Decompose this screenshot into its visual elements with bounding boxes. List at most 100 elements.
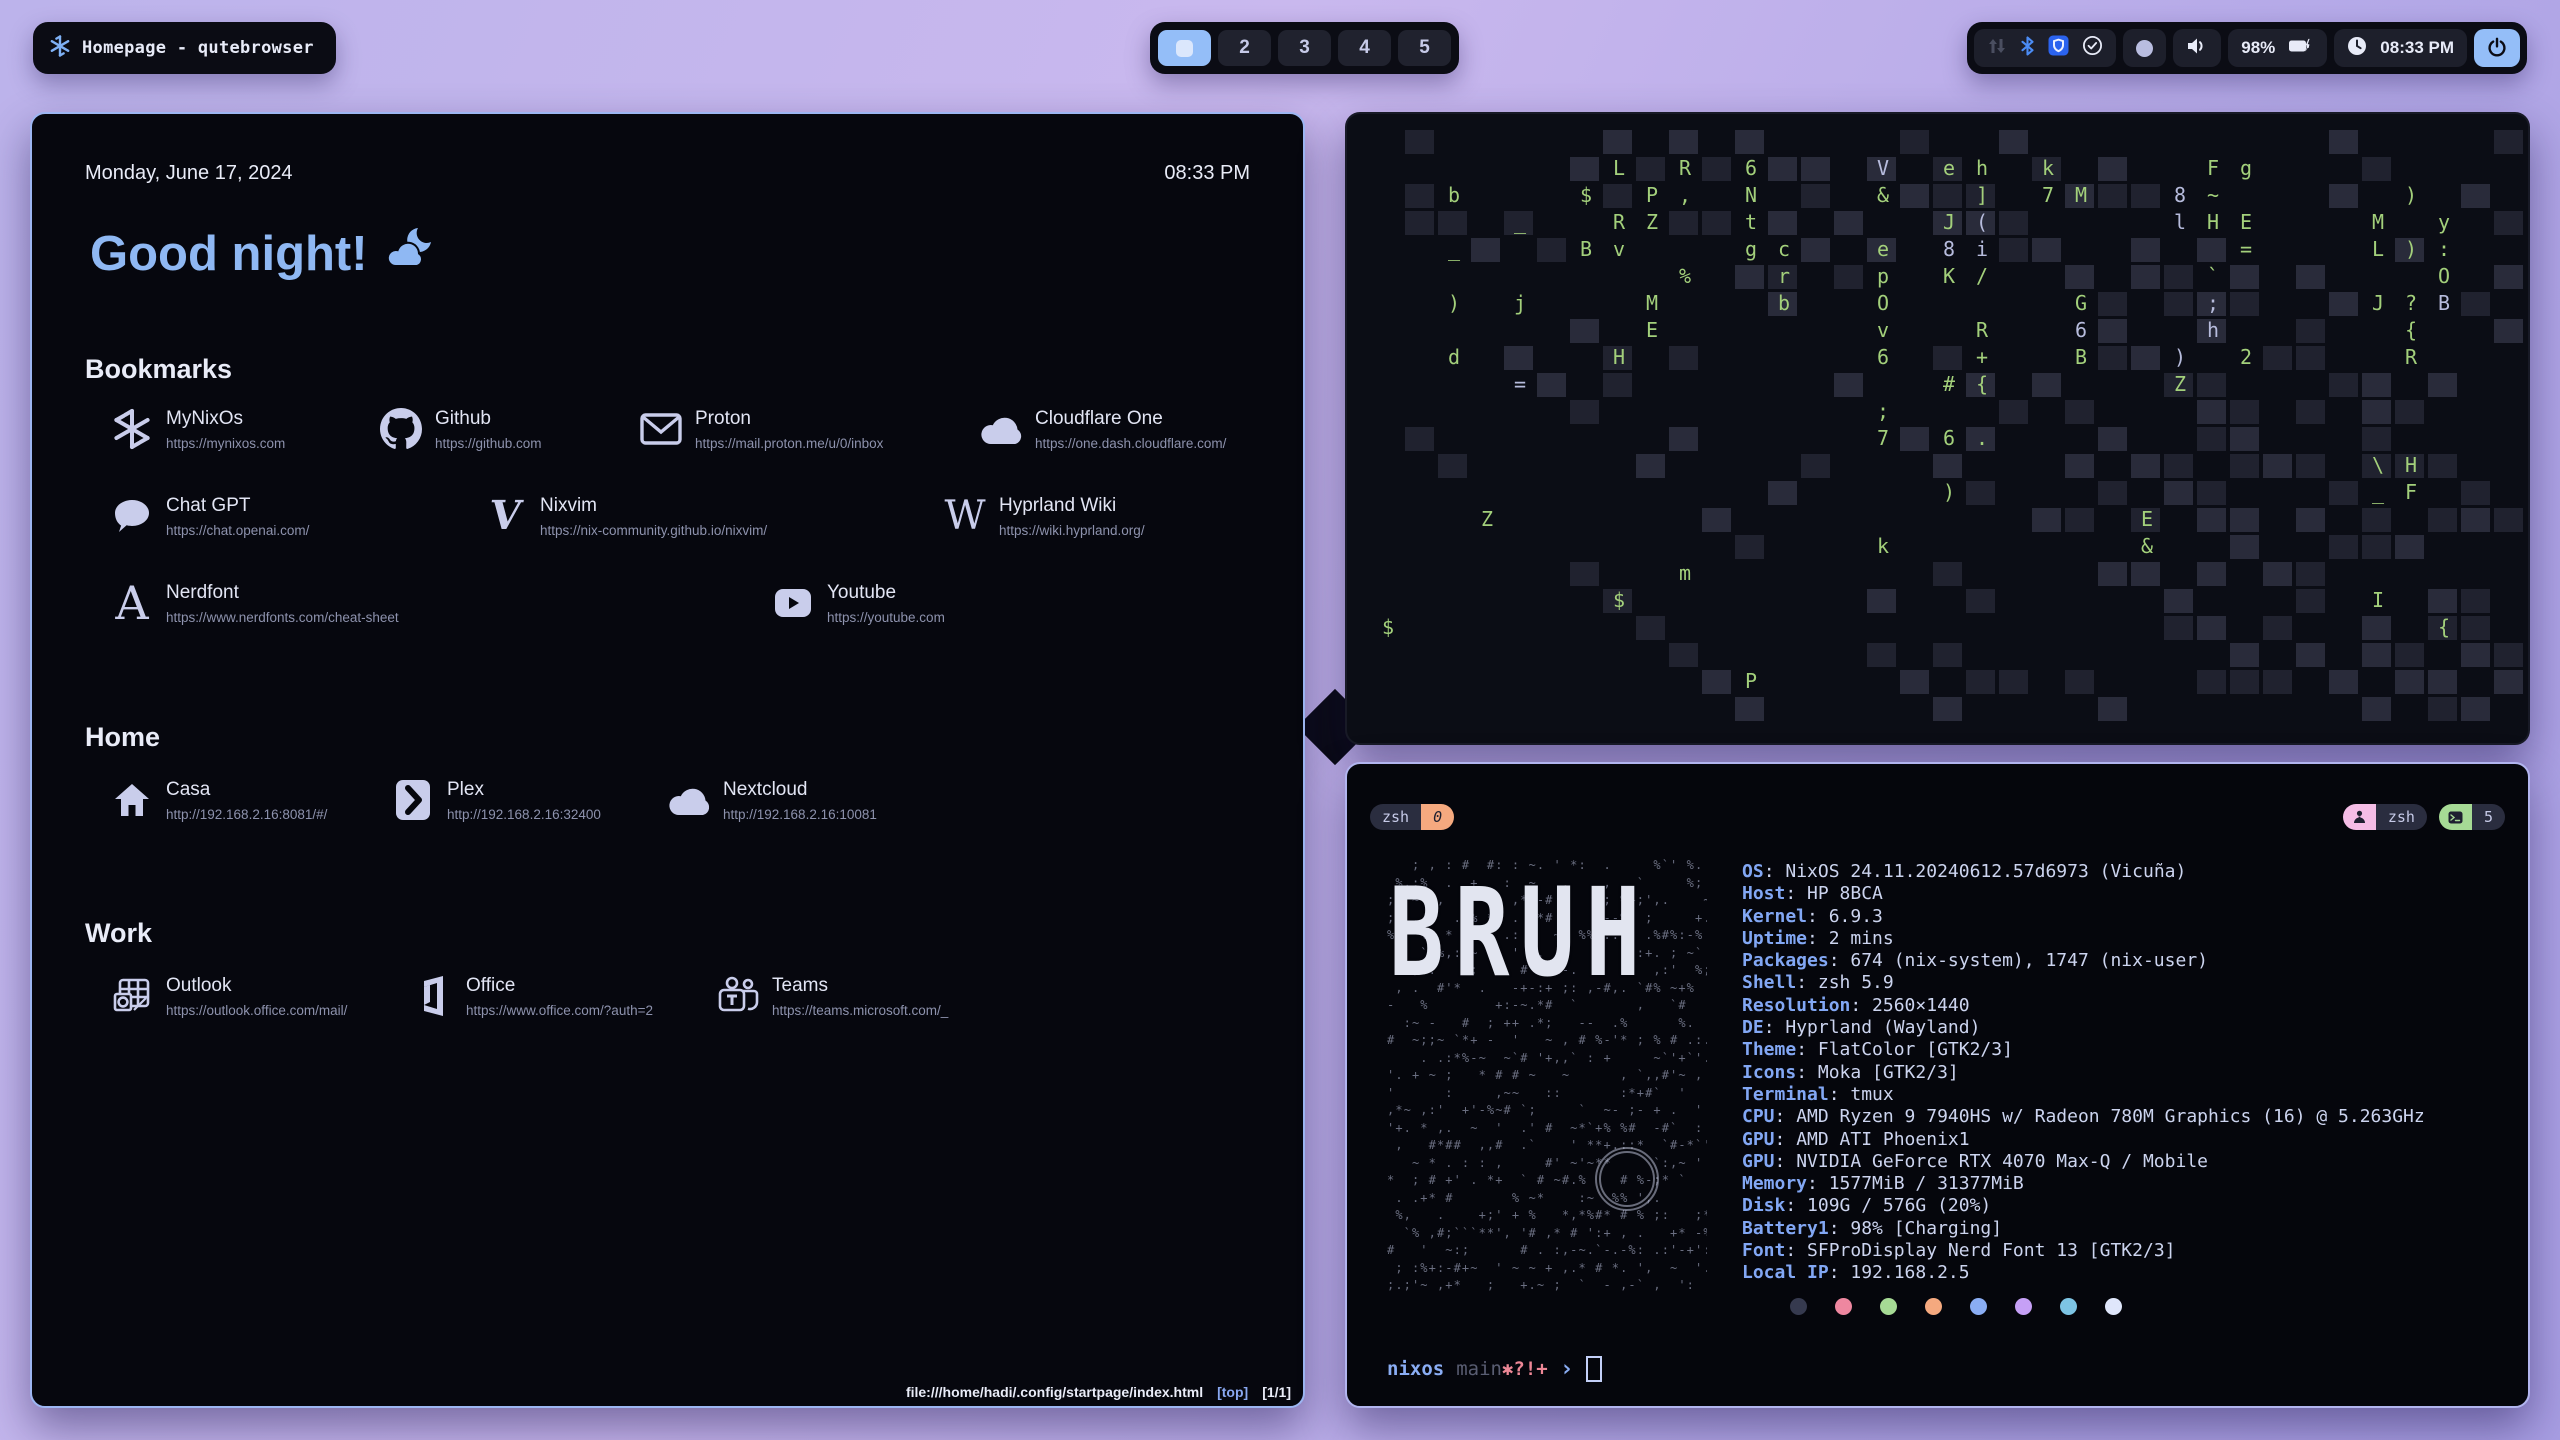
clock-group[interactable]: 08:33 PM [2334,29,2467,67]
matrix-glyph: Z [1641,209,1663,235]
fetch-info-row: GPU: AMD ATI Phoenix1 [1742,1129,2425,1151]
matrix-trail-square [2296,346,2325,370]
matrix-glyph: K [1938,263,1960,289]
matrix-glyph: J [1938,209,1960,235]
bookmark-nerdfont[interactable]: A Nerdfont https://www.nerdfonts.com/che… [110,581,399,625]
workspace-5-button[interactable]: 5 [1398,30,1451,66]
matrix-trail-square [1999,211,2028,235]
bookmark-nextcloud[interactable]: Nextcloud http://192.168.2.16:10081 [667,778,877,822]
matrix-glyph: B [2433,290,2455,316]
wikipedia-w-icon: W [943,494,987,538]
workspace-2-button[interactable]: 2 [1218,30,1271,66]
palette-dot [1790,1298,1807,1315]
matrix-glyph: H [1608,344,1630,370]
matrix-trail-square [2065,508,2094,532]
bookmark-chatgpt[interactable]: Chat GPT https://chat.openai.com/ [110,494,309,538]
bookmark-cloudflare-one[interactable]: Cloudflare One https://one.dash.cloudfla… [979,407,1226,451]
window-title-pill[interactable]: Homepage - qutebrowser [33,22,336,74]
bookmark-casa[interactable]: Casa http://192.168.2.16:8081/#/ [110,778,327,822]
matrix-trail-square [1537,373,1566,397]
matrix-glyph: _ [2367,479,2389,505]
matrix-glyph: 6 [1740,155,1762,181]
matrix-trail-square [2362,508,2391,532]
matrix-glyph: H [2202,209,2224,235]
matrix-trail-square [2296,562,2325,586]
matrix-glyph: R [1674,155,1696,181]
matrix-glyph: ) [2400,236,2422,262]
matrix-trail-square [2197,508,2226,532]
matrix-trail-square [1405,211,1434,235]
matrix-glyph: 7 [2037,182,2059,208]
matrix-glyph: V [1872,155,1894,181]
bookmark-youtube[interactable]: Youtube https://youtube.com [771,581,945,625]
tmux-shell-pill[interactable]: zsh [2343,804,2427,830]
matrix-glyph: E [2136,506,2158,532]
matrix-terminal-window[interactable]: b_)d_j=$BLRvHPZMER,%6NtgcrbV&epOv6;7eJ8K… [1345,112,2530,745]
matrix-trail-square [1570,400,1599,424]
matrix-trail-square [1702,508,1731,532]
bookmark-title: Teams [772,975,948,997]
matrix-trail-square [1999,238,2028,262]
fastfetch-info: OS: NixOS 24.11.20240612.57d6973 (Vicuña… [1742,861,2425,1285]
matrix-glyph: = [1509,371,1531,397]
bookmark-teams[interactable]: Teams https://teams.microsoft.com/_ [716,974,948,1018]
bookmark-plex[interactable]: Plex http://192.168.2.16:32400 [391,778,601,822]
fetch-info-row: Memory: 1577MiB / 31377MiB [1742,1173,2425,1195]
section-heading-work: Work [85,918,152,949]
matrix-trail-square [2197,670,2226,694]
moon-cloud-icon [382,226,434,282]
matrix-trail-square [1669,130,1698,154]
bookmark-outlook[interactable]: Outlook https://outlook.office.com/mail/ [110,974,347,1018]
bookmark-title: Proton [695,408,883,430]
bookmark-hyprland-wiki[interactable]: W Hyprland Wiki https://wiki.hyprland.or… [943,494,1145,538]
matrix-trail-square [2230,292,2259,316]
qutebrowser-window[interactable]: Monday, June 17, 2024 08:33 PM Good nigh… [30,112,1305,1408]
workspace-1-button[interactable] [1158,30,1211,66]
tmux-session-name: zsh [1370,804,1421,830]
matrix-trail-square [2362,697,2391,721]
tmux-session-pill[interactable]: zsh 0 [1370,804,1454,830]
matrix-trail-square [1933,346,1962,370]
matrix-glyph: \ [2367,452,2389,478]
bookmark-office[interactable]: Office https://www.office.com/?auth=2 [410,974,653,1018]
power-button[interactable] [2474,29,2520,67]
matrix-trail-square [1999,130,2028,154]
volume-group[interactable] [2173,29,2221,67]
matrix-glyph: / [1971,263,1993,289]
record-indicator-group[interactable] [2123,29,2166,67]
matrix-glyph: p [1872,263,1894,289]
bookmark-nixvim[interactable]: V Nixvim https://nix-community.github.io… [484,494,767,538]
bookmark-url: http://192.168.2.16:8081/#/ [166,807,327,822]
matrix-glyph: k [1872,533,1894,559]
workspace-3-button[interactable]: 3 [1278,30,1331,66]
tmux-window-count: 5 [2472,804,2505,830]
bookmark-url: http://192.168.2.16:10081 [723,807,877,822]
matrix-trail-square [2131,265,2160,289]
matrix-glyph: Z [2169,371,2191,397]
fetch-terminal-window[interactable]: zsh 0 zsh [1345,762,2530,1408]
shell-prompt[interactable]: nixos main ✱?!+ › [1387,1356,1602,1382]
matrix-glyph: R [1608,209,1630,235]
tmux-statusbar: zsh 0 zsh [1370,804,2505,830]
bookmark-github[interactable]: Github https://github.com [379,407,542,451]
matrix-trail-square [2098,157,2127,181]
matrix-trail-square [2065,670,2094,694]
matrix-glyph: 6 [1872,344,1894,370]
matrix-trail-square [1933,697,1962,721]
nixos-snowflake-icon [49,35,71,62]
matrix-glyph: M [2070,182,2092,208]
bookmark-proton[interactable]: Proton https://mail.proton.me/u/0/inbox [639,407,883,451]
bookmark-mynixos[interactable]: MyNixOs https://mynixos.com [110,407,285,451]
bookmark-url: https://mynixos.com [166,436,285,451]
matrix-trail-square [2164,454,2193,478]
tmux-shell-label: zsh [2376,804,2427,830]
matrix-trail-square [1966,589,1995,613]
workspace-4-button[interactable]: 4 [1338,30,1391,66]
matrix-glyph: _ [1443,236,1465,262]
tray-icons-group[interactable] [1974,29,2116,67]
tmux-window-count-pill[interactable]: 5 [2439,804,2505,830]
battery-group[interactable]: 98% [2228,29,2327,67]
matrix-glyph: g [1740,236,1762,262]
bookmark-url: https://nix-community.github.io/nixvim/ [540,523,767,538]
matrix-trail-square [2494,508,2523,532]
